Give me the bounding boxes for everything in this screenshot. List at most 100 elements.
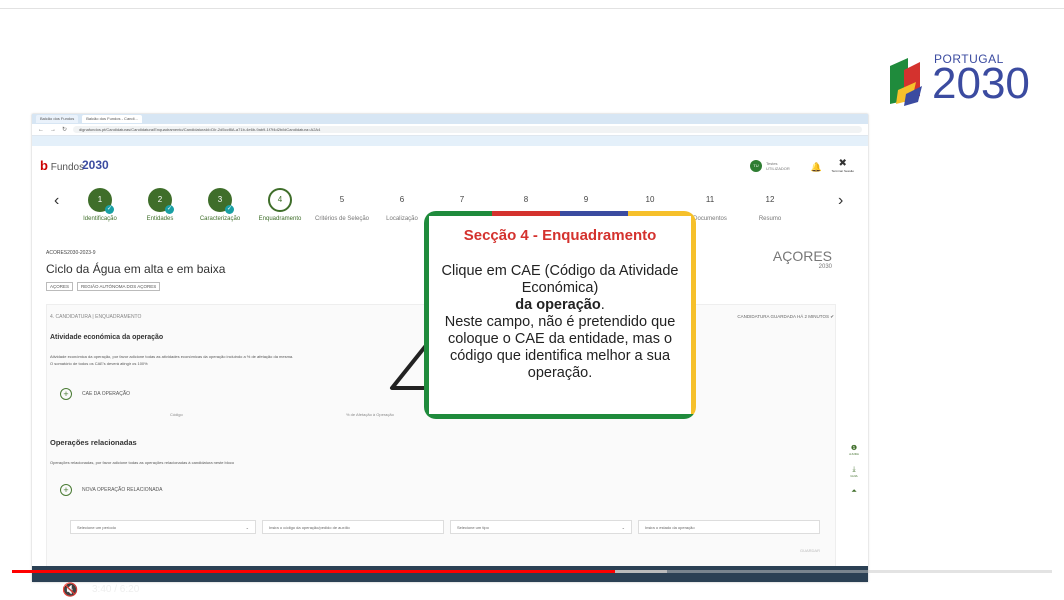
guide-button[interactable]: ⤓ GUIA	[846, 466, 862, 478]
callout-line2: Neste campo, não é pretendido que coloqu…	[444, 314, 676, 381]
tag: REGIÃO AUTÓNOMA DOS AÇORES	[77, 282, 161, 291]
activity-text: O somatório de todos os CAE's deverá ati…	[50, 361, 148, 366]
type-select-label: Selecione um tipo	[457, 525, 489, 530]
browser-tabbar: Balcão dos Fundos Balcão dos Fundos - Ca…	[32, 114, 868, 124]
acores-logo: AÇORES 2030	[773, 248, 832, 270]
state-input[interactable]: Insira o estado da operação	[638, 520, 820, 534]
settings-icon[interactable]: ⚙	[976, 582, 988, 598]
check-icon: ✓	[225, 205, 234, 214]
browser-tab[interactable]: Balcão dos Fundos	[36, 115, 79, 123]
program-label: AÇORES	[772, 248, 832, 264]
miniplayer-icon[interactable]: ▣	[1012, 582, 1024, 598]
step-circle: 1 ✓	[88, 188, 114, 214]
callout-line1: Clique em CAE (Código da Atividade Econó…	[441, 263, 679, 296]
plus-icon[interactable]: +	[60, 484, 72, 496]
subtitles-icon[interactable]: ▤	[940, 582, 952, 598]
step-label: Identificação	[83, 216, 117, 222]
step-label: Localização	[386, 216, 418, 222]
portugal-2030-logo: PORTUGAL 2030	[886, 50, 1036, 110]
step-circle: 3 ✓	[208, 188, 234, 214]
step-label: Enquadramento	[258, 216, 302, 222]
filters: Selecione um período ⌄ Insira o código d…	[70, 520, 820, 534]
fullscreen-icon[interactable]: ⛶	[1046, 582, 1055, 598]
step-circle: 6	[399, 195, 405, 204]
help-label: AJUDA	[849, 452, 859, 456]
notifications-icon[interactable]: 🔔	[811, 162, 822, 173]
add-related-row[interactable]: + NOVA OPERAÇÃO RELACIONADA	[60, 484, 162, 496]
year-label: 2030	[932, 59, 1030, 108]
step-12[interactable]: 12 Resumo	[740, 188, 800, 222]
logo-2030: 2030	[82, 158, 109, 172]
logo-text: Fundos	[50, 162, 85, 173]
top-divider	[0, 8, 1064, 9]
step-4[interactable]: 4 Enquadramento	[250, 188, 310, 222]
step-6[interactable]: 6 Localização	[372, 188, 432, 222]
volume-muted-icon[interactable]: 🔇	[62, 582, 78, 598]
candidatura-ref: ACORES2030-2023-9	[46, 250, 96, 256]
logout-button[interactable]: ✖ Terminar Sessão	[831, 158, 854, 173]
step-5[interactable]: 5 Critérios de Seleção	[312, 188, 372, 222]
chevron-down-icon: ⌄	[245, 525, 249, 530]
url-field[interactable]: dignafundos.pt/Candidaturas/Candidatura/…	[73, 126, 862, 133]
period-select[interactable]: Selecione um período ⌄	[70, 520, 256, 534]
plus-icon[interactable]: +	[60, 388, 72, 400]
chevron-down-icon: ⌄	[621, 525, 625, 530]
step-3[interactable]: 3 ✓ Caracterização	[190, 188, 250, 222]
side-buttons: ❶ AJUDA ⤓ GUIA ⏶	[846, 444, 862, 506]
step-circle: 5	[339, 195, 345, 204]
video-controls: ▶ 🔇 3:40 / 6:20 ▤ ⚙ ▣ ⛶	[0, 578, 1064, 600]
step-2[interactable]: 2 ✓ Entidades	[130, 188, 190, 222]
step-label: Caracterização	[199, 216, 241, 222]
activity-heading: Atividade económica da operação	[50, 334, 164, 341]
activity-text: Atividade económica da operação, por fav…	[50, 354, 294, 359]
step-label: Resumo	[758, 216, 782, 222]
step-1[interactable]: 1 ✓ Identificação	[70, 188, 130, 222]
help-button[interactable]: ❶ AJUDA	[846, 444, 862, 456]
callout-box: Secção 4 - Enquadramento Clique em CAE (…	[424, 211, 696, 419]
cae-add-label[interactable]: CAE DA OPERAÇÃO	[82, 391, 130, 397]
app-header: b Fundos 2030 TU Testes UTILIZADOR 🔔 ✖ Te…	[32, 146, 868, 184]
video-progress-bar[interactable]	[12, 570, 1052, 573]
forward-icon[interactable]: →	[50, 127, 56, 133]
check-icon: ✓	[165, 205, 174, 214]
step-circle: 9	[583, 195, 589, 204]
column-header: % de Afetação à Operação	[346, 412, 394, 417]
check-icon: ✓	[105, 205, 114, 214]
video-time: 3:40 / 6:20	[92, 584, 140, 595]
type-select[interactable]: Selecione um tipo ⌄	[450, 520, 632, 534]
related-heading: Operações relacionadas	[50, 438, 137, 447]
played-bar	[12, 570, 616, 573]
balcao-fundos-logo[interactable]: b Fundos	[40, 158, 84, 173]
step-circle: 7	[459, 195, 465, 204]
bookmarks-bar	[32, 136, 868, 146]
reload-icon[interactable]: ↻	[62, 126, 67, 133]
back-icon[interactable]: ←	[38, 127, 44, 133]
related-text: Operações relacionadas, por favor adicio…	[50, 460, 235, 465]
tag: AÇORES	[46, 282, 74, 291]
program-year: 2030	[818, 264, 832, 270]
callout-title: Secção 4 - Enquadramento	[463, 227, 657, 244]
step-label: Entidades	[146, 216, 174, 222]
step-circle: 2 ✓	[148, 188, 174, 214]
browser-tab[interactable]: Balcão dos Fundos - Candi...	[82, 115, 142, 123]
code-input[interactable]: Insira o código da operação/pedido de au…	[262, 520, 444, 534]
step-label: Critérios de Seleção	[314, 216, 370, 222]
callout-body: Clique em CAE (Código da Atividade Econó…	[441, 263, 679, 381]
logout-label: Terminar Sessão	[831, 169, 854, 173]
step-circle: 11	[705, 195, 715, 204]
step-circle: 10	[645, 195, 655, 204]
add-cae-row[interactable]: + CAE DA OPERAÇÃO	[60, 388, 130, 400]
tags: AÇORES REGIÃO AUTÓNOMA DOS AÇORES	[46, 282, 161, 291]
scroll-up-icon[interactable]: ⏶	[846, 488, 862, 496]
save-button[interactable]: GUARDAR	[800, 548, 820, 553]
avatar: TU	[750, 160, 762, 172]
saved-status: CANDIDATURA GUARDADA HÁ 2 MINUTOS ✔	[737, 314, 834, 319]
guide-label: GUIA	[850, 474, 858, 478]
related-add-label[interactable]: NOVA OPERAÇÃO RELACIONADA	[82, 487, 162, 493]
chevron-right-icon[interactable]: ›	[838, 192, 843, 210]
chevron-left-icon[interactable]: ‹	[54, 192, 59, 210]
period-select-label: Selecione um período	[77, 525, 116, 530]
user-profile[interactable]: TU Testes UTILIZADOR	[750, 160, 796, 172]
play-icon[interactable]: ▶	[28, 582, 38, 598]
address-bar: ← → ↻ dignafundos.pt/Candidaturas/Candid…	[32, 124, 868, 136]
